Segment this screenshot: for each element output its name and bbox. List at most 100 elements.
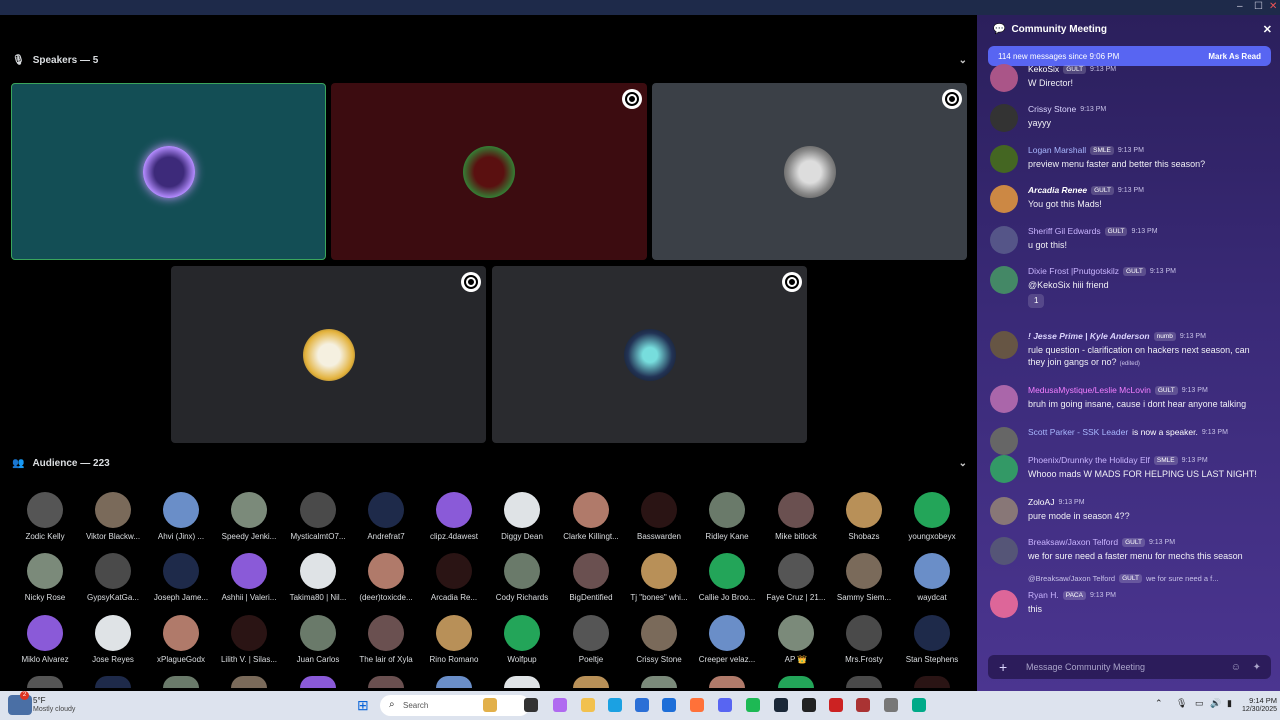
emoji-icon[interactable]: ☺ <box>1231 662 1241 673</box>
audience-member[interactable]: Lilith V. | Silas... <box>215 615 283 664</box>
new-messages-banner[interactable]: 114 new messages since 9:06 PM Mark As R… <box>988 46 1271 66</box>
speaker-tile[interactable] <box>492 266 807 443</box>
audience-member[interactable]: Mike bitlock <box>762 492 830 541</box>
avatar[interactable] <box>504 676 540 688</box>
audience-member[interactable]: Joseph Jame... <box>147 553 215 602</box>
settings-icon[interactable] <box>884 698 898 712</box>
audience-member[interactable]: Speedy Jenki... <box>215 492 283 541</box>
audience-member[interactable]: Callie Jo Broo... <box>693 553 761 602</box>
chat-message[interactable]: ZoloAJ 9:13 PM pure mode in season 4?? <box>990 497 1275 533</box>
chevron-down-icon[interactable]: ⌄ <box>959 55 967 66</box>
reply-preview[interactable]: @Breaksaw/Jaxon Telford GULT we for sure n… <box>1028 574 1219 583</box>
spotify-icon[interactable] <box>746 698 760 712</box>
mark-as-read-button[interactable]: Mark As Read <box>1208 52 1261 61</box>
maximize-button[interactable]: ☐ <box>1254 1 1263 12</box>
avatar[interactable] <box>990 104 1018 132</box>
pin-icon[interactable] <box>782 272 802 292</box>
guild-tag[interactable]: PACA <box>1062 590 1086 600</box>
steam-icon[interactable] <box>774 698 788 712</box>
audience-member[interactable]: clipz.4dawest <box>420 492 488 541</box>
message-input[interactable]: + Message Community Meeting ☺ ✦ <box>988 655 1271 679</box>
avatar[interactable] <box>914 676 950 688</box>
avatar[interactable] <box>990 226 1018 254</box>
clock-date[interactable]: 12/30/2025 <box>1237 706 1277 713</box>
speakers-header[interactable]: 🎙 Speakers — 5 ⌄ <box>12 55 967 66</box>
audience-member[interactable]: (deer)toxicde... <box>352 553 420 602</box>
audience-member[interactable]: Takima80 | Nil... <box>284 553 352 602</box>
copilot-icon[interactable] <box>553 698 567 712</box>
app-icon[interactable] <box>829 698 843 712</box>
audience-member[interactable]: Creeper velaz... <box>693 615 761 664</box>
add-attachment-icon[interactable]: + <box>999 659 1007 675</box>
speaker-tile[interactable] <box>171 266 486 443</box>
audience-member[interactable]: Tj "bones" whi... <box>625 553 693 602</box>
audience-member[interactable]: Rino Romano <box>420 615 488 664</box>
audience-member[interactable]: Juan Carlos <box>284 615 352 664</box>
battery-icon[interactable]: ▮ <box>1227 698 1232 709</box>
avatar[interactable] <box>163 676 199 688</box>
outlook-icon[interactable] <box>662 698 676 712</box>
guild-tag[interactable]: GULT <box>1063 64 1087 74</box>
taskbar-search[interactable]: ⌕ Search <box>380 695 530 716</box>
audience-member[interactable]: Sammy Siem... <box>830 553 898 602</box>
firefox-icon[interactable] <box>690 698 704 712</box>
message-author[interactable]: ! Jesse Prime | Kyle Anderson <box>1028 331 1150 341</box>
chat-message[interactable]: Crissy Stone 9:13 PM yayyy <box>990 104 1275 140</box>
audience-member[interactable]: Ashhii | Valeri... <box>215 553 283 602</box>
guild-tag[interactable]: GULT <box>1154 385 1178 395</box>
audience-member[interactable]: Jose Reyes <box>79 615 147 664</box>
audience-member[interactable]: Ahvi (Jinx) ... <box>147 492 215 541</box>
file-explorer-icon[interactable] <box>581 698 595 712</box>
guild-tag[interactable]: numb <box>1153 331 1176 341</box>
pin-icon[interactable] <box>622 89 642 109</box>
guild-tag[interactable]: GULT <box>1091 185 1114 195</box>
audience-member[interactable]: waydcat <box>898 553 966 602</box>
audience-member[interactable]: Mrs.Frosty <box>830 615 898 664</box>
avatar[interactable] <box>990 590 1018 618</box>
audience-member[interactable]: GypsyKatGa... <box>79 553 147 602</box>
windows-start-icon[interactable]: ⊞ <box>357 697 369 714</box>
chat-message[interactable]: Arcadia Renee GULT 9:13 PM You got this Mad… <box>990 185 1275 221</box>
audience-member[interactable]: Basswarden <box>625 492 693 541</box>
message-author[interactable]: Breaksaw/Jaxon Telford <box>1028 537 1118 547</box>
audience-member[interactable]: Wolfpup <box>488 615 556 664</box>
audience-member[interactable]: Nicky Rose <box>11 553 79 602</box>
guild-tag[interactable]: SMLE <box>1153 455 1178 465</box>
speaker-tile[interactable] <box>331 83 647 260</box>
chat-message[interactable]: MedusaMystique/Leslie McLovin GULT 9:13 PM… <box>990 385 1275 421</box>
audience-member[interactable]: Viktor Blackw... <box>79 492 147 541</box>
reaction-pill[interactable]: 1 <box>1028 294 1045 308</box>
avatar[interactable] <box>990 64 1018 92</box>
guild-tag[interactable]: GULT <box>1123 266 1146 276</box>
app-icon[interactable] <box>856 698 870 712</box>
message-author[interactable]: KekoSix <box>1028 64 1059 74</box>
chat-message[interactable]: @Breaksaw/Jaxon Telford GULT we for sure n… <box>990 574 1275 618</box>
audience-header[interactable]: 👥 Audience — 223 ⌄ <box>12 458 967 469</box>
audience-member[interactable]: Miklo Alvarez <box>11 615 79 664</box>
audience-member[interactable]: Ridley Kane <box>693 492 761 541</box>
pin-icon[interactable] <box>461 272 481 292</box>
avatar[interactable] <box>990 537 1018 565</box>
avatar[interactable] <box>368 676 404 688</box>
avatar[interactable] <box>990 145 1018 173</box>
store-icon[interactable] <box>635 698 649 712</box>
audience-member[interactable]: Andrefrat7 <box>352 492 420 541</box>
widgets-icon[interactable] <box>483 698 497 712</box>
speaker-tile[interactable] <box>652 83 967 260</box>
avatar[interactable] <box>990 266 1018 294</box>
message-author[interactable]: ZoloAJ <box>1028 497 1054 507</box>
edge-icon[interactable] <box>608 698 622 712</box>
chat-message[interactable]: ! Jesse Prime | Kyle Anderson numb 9:13 PM… <box>990 331 1275 367</box>
avatar[interactable] <box>709 676 745 688</box>
audience-member[interactable]: Clarke Killingt... <box>557 492 625 541</box>
chat-message[interactable]: Logan Marshall SMLE 9:13 PM preview menu fa… <box>990 145 1275 181</box>
avatar[interactable] <box>990 427 1018 455</box>
avatar[interactable] <box>573 676 609 688</box>
avatar[interactable] <box>641 676 677 688</box>
avatar[interactable] <box>300 676 336 688</box>
chat-message[interactable]: KekoSix GULT 9:13 PM W Director! <box>990 64 1275 100</box>
audience-member[interactable]: Stan Stephens <box>898 615 966 664</box>
chat-message[interactable]: Phoenix/Drunnky the Holiday Elf SMLE 9:13 … <box>990 455 1275 491</box>
chat-message[interactable]: Breaksaw/Jaxon Telford GULT 9:13 PM we for … <box>990 537 1275 573</box>
avatar[interactable] <box>95 676 131 688</box>
